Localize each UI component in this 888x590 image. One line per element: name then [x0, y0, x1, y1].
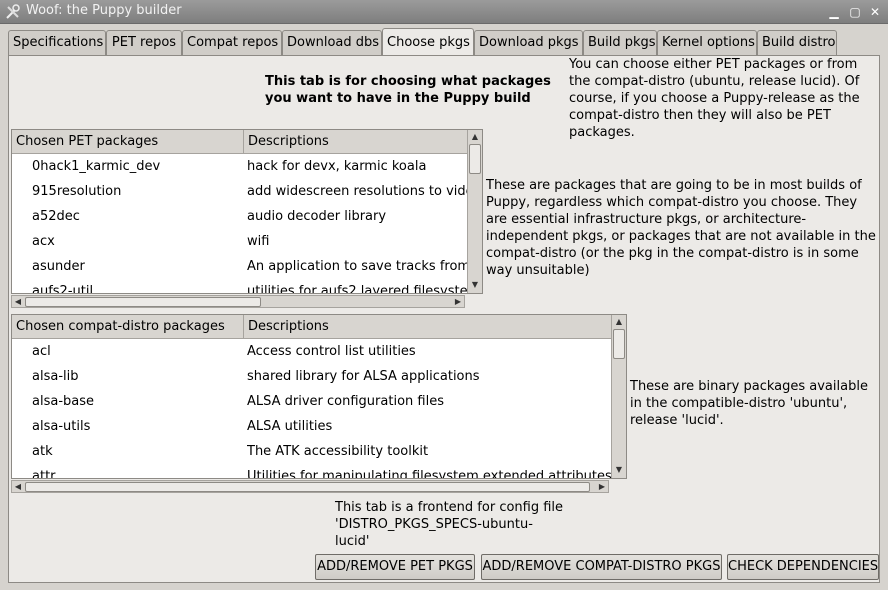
- tab-download-dbs[interactable]: Download dbs: [282, 30, 382, 56]
- table-row[interactable]: acl Access control list utilities: [12, 339, 611, 364]
- compat-pkg-desc: Utilities for manipulating filesystem ex…: [247, 469, 611, 478]
- scroll-right-arrow[interactable]: ▶: [596, 481, 608, 493]
- pet-note: These are packages that are going to be …: [486, 178, 876, 278]
- compat-pkg-desc: shared library for ALSA applications: [247, 369, 480, 384]
- compat-list-header: Chosen compat-distro packages Descriptio…: [12, 315, 626, 339]
- tab-download-pkgs[interactable]: Download pkgs: [474, 30, 583, 56]
- table-row[interactable]: alsa-lib shared library for ALSA applica…: [12, 364, 611, 389]
- pet-packages-list[interactable]: Chosen PET packages Descriptions 0hack1_…: [11, 129, 483, 294]
- pet-pkg-name: asunder: [32, 259, 85, 274]
- pet-pkg-desc: add widescreen resolutions to video: [247, 184, 467, 199]
- compat-horizontal-scrollbar[interactable]: ◀ ▶: [11, 480, 609, 493]
- compat-col-desc-header[interactable]: Descriptions: [244, 315, 612, 339]
- pet-pkg-desc: wifi: [247, 234, 270, 249]
- compat-packages-list[interactable]: Chosen compat-distro packages Descriptio…: [11, 314, 627, 479]
- scroll-down-arrow[interactable]: ▼: [469, 279, 481, 291]
- pet-pkg-desc: utilities for aufs2 layered filesystem: [247, 284, 467, 293]
- tools-icon: [5, 4, 21, 20]
- tab-kernel-options[interactable]: Kernel options: [657, 30, 757, 56]
- pet-list-rows: 0hack1_karmic_dev hack for devx, karmic …: [12, 154, 467, 293]
- tab-pet-repos[interactable]: PET repos: [106, 30, 182, 56]
- maximize-button[interactable]: ▢: [847, 4, 863, 20]
- pet-pkg-desc: audio decoder library: [247, 209, 387, 224]
- tab-compat-repos[interactable]: Compat repos: [182, 30, 282, 56]
- check-dependencies-button[interactable]: CHECK DEPENDENCIES: [727, 554, 879, 580]
- window-title: Woof: the Puppy builder: [26, 3, 182, 18]
- tab-choose-pkgs[interactable]: Choose pkgs: [382, 28, 474, 57]
- pet-col-name-header[interactable]: Chosen PET packages: [12, 130, 244, 154]
- minimize-button[interactable]: ▁: [826, 4, 842, 20]
- compat-col-name-header[interactable]: Chosen compat-distro packages: [12, 315, 244, 339]
- add-remove-pet-pkgs-button[interactable]: ADD/REMOVE PET PKGS: [315, 554, 475, 580]
- scroll-left-arrow[interactable]: ◀: [12, 296, 24, 308]
- panel-heading: This tab is for choosing what packages y…: [265, 74, 551, 106]
- pet-col-desc-header[interactable]: Descriptions: [244, 130, 468, 154]
- pet-pkg-name: 915resolution: [32, 184, 122, 199]
- compat-pkg-name: alsa-utils: [32, 419, 91, 434]
- compat-pkg-name: attr: [32, 469, 56, 478]
- pet-pkg-name: a52dec: [32, 209, 80, 224]
- top-note: You can choose either PET packages or fr…: [569, 57, 860, 140]
- tab-specifications[interactable]: Specifications: [8, 30, 106, 56]
- pet-vertical-scrollbar[interactable]: ▲ ▼: [467, 130, 482, 293]
- choose-pkgs-panel: This tab is for choosing what packages y…: [8, 55, 880, 583]
- table-row[interactable]: alsa-utils ALSA utilities: [12, 414, 611, 439]
- compat-pkg-name: alsa-base: [32, 394, 94, 409]
- table-row[interactable]: acx wifi: [12, 229, 467, 254]
- table-row[interactable]: 915resolution add widescreen resolutions…: [12, 179, 467, 204]
- pet-pkg-desc: hack for devx, karmic koala: [247, 159, 427, 174]
- scrollbar-thumb[interactable]: [469, 144, 481, 174]
- table-row[interactable]: atk The ATK accessibility toolkit: [12, 439, 611, 464]
- compat-pkg-desc: Access control list utilities: [247, 344, 416, 359]
- scrollbar-thumb[interactable]: [25, 297, 261, 307]
- compat-pkg-desc: ALSA utilities: [247, 419, 333, 434]
- compat-pkg-name: acl: [32, 344, 51, 359]
- scroll-down-arrow[interactable]: ▼: [613, 464, 625, 476]
- compat-vertical-scrollbar[interactable]: ▲ ▼: [611, 315, 626, 478]
- table-row[interactable]: attr Utilities for manipulating filesyst…: [12, 464, 611, 478]
- close-button[interactable]: ✕: [867, 4, 883, 20]
- scrollbar-thumb[interactable]: [613, 329, 625, 359]
- pet-list-header: Chosen PET packages Descriptions: [12, 130, 482, 154]
- tab-build-distro[interactable]: Build distro: [757, 30, 837, 56]
- pet-pkg-name: acx: [32, 234, 55, 249]
- table-row[interactable]: 0hack1_karmic_dev hack for devx, karmic …: [12, 154, 467, 179]
- table-row[interactable]: asunder An application to save tracks fr…: [12, 254, 467, 279]
- compat-pkg-desc: The ATK accessibility toolkit: [247, 444, 429, 459]
- tab-build-pkgs[interactable]: Build pkgs: [583, 30, 657, 56]
- pet-pkg-name: 0hack1_karmic_dev: [32, 159, 161, 174]
- compat-pkg-name: atk: [32, 444, 53, 459]
- pet-pkg-desc: An application to save tracks from: [247, 259, 467, 274]
- compat-pkg-desc: ALSA driver configuration files: [247, 394, 444, 409]
- scrollbar-thumb[interactable]: [25, 482, 590, 492]
- scroll-left-arrow[interactable]: ◀: [12, 481, 24, 493]
- woof-window: Woof: the Puppy builder ▁ ▢ ✕ Specificat…: [0, 0, 888, 590]
- scroll-right-arrow[interactable]: ▶: [452, 296, 464, 308]
- table-row[interactable]: a52dec audio decoder library: [12, 204, 467, 229]
- pet-pkg-name: aufs2-util: [32, 284, 94, 293]
- config-note: This tab is a frontend for config file '…: [335, 500, 564, 549]
- title-bar[interactable]: Woof: the Puppy builder ▁ ▢ ✕: [0, 0, 888, 24]
- tab-strip: Specifications PET repos Compat repos Do…: [8, 28, 880, 57]
- compat-note: These are binary packages available in t…: [630, 379, 868, 428]
- pet-horizontal-scrollbar[interactable]: ◀ ▶: [11, 295, 465, 308]
- scroll-up-arrow[interactable]: ▲: [469, 131, 481, 143]
- table-row[interactable]: alsa-base ALSA driver configuration file…: [12, 389, 611, 414]
- scroll-up-arrow[interactable]: ▲: [613, 316, 625, 328]
- compat-pkg-name: alsa-lib: [32, 369, 79, 384]
- compat-list-rows: acl Access control list utilities alsa-l…: [12, 339, 611, 478]
- add-remove-compat-pkgs-button[interactable]: ADD/REMOVE COMPAT-DISTRO PKGS: [481, 554, 722, 580]
- table-row[interactable]: aufs2-util utilities for aufs2 layered f…: [12, 279, 467, 293]
